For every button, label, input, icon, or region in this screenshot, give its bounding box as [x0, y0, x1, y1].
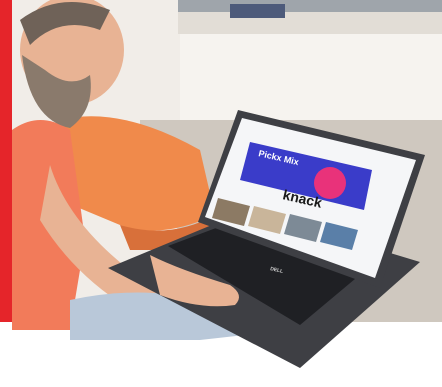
- cabinet: [180, 34, 442, 134]
- photo: Pickx Mix knack DELL: [0, 0, 442, 387]
- photo-illustration: Pickx Mix knack DELL: [0, 0, 442, 387]
- shelf-top: [178, 0, 442, 12]
- shelf-body: [178, 12, 442, 34]
- shelf-item: [230, 4, 285, 18]
